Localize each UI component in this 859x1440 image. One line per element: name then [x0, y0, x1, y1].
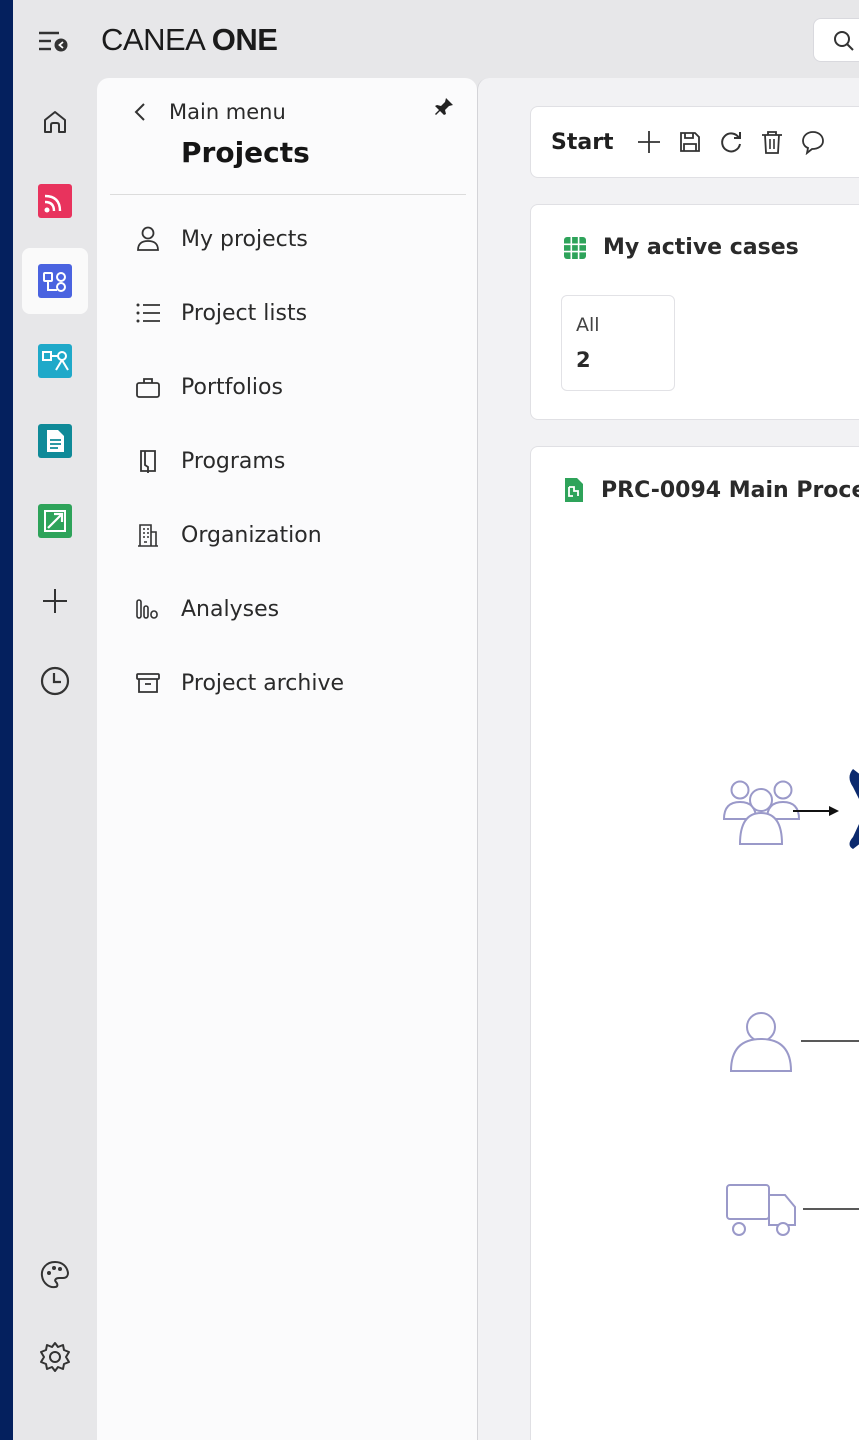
clock-icon[interactable]	[22, 648, 88, 714]
improvement-icon[interactable]	[22, 488, 88, 554]
refresh-icon[interactable]	[716, 127, 746, 157]
nav-item-organization[interactable]: Organization	[97, 498, 477, 572]
divider	[110, 194, 466, 195]
search-input[interactable]	[813, 18, 859, 62]
grid-icon	[564, 236, 586, 259]
bar-chart-icon	[133, 594, 163, 624]
book-icon	[133, 446, 163, 476]
start-button[interactable]: Start	[551, 130, 614, 155]
plus-icon[interactable]	[22, 568, 88, 634]
app-rail	[13, 80, 97, 1440]
back-label: Main menu	[169, 100, 286, 124]
card-title: My active cases	[603, 235, 799, 260]
nav-item-label: Project lists	[181, 300, 308, 326]
toolbar: Start	[530, 106, 859, 178]
pin-icon[interactable]	[433, 96, 455, 122]
chevron-left-icon	[134, 103, 145, 121]
nav-item-label: Project archive	[181, 670, 345, 696]
palette-icon[interactable]	[22, 1242, 88, 1308]
menu-toggle-icon[interactable]	[37, 26, 71, 56]
nav-item-label: Portfolios	[181, 374, 283, 400]
gear-icon[interactable]	[22, 1324, 88, 1390]
nav-item-label: Analyses	[181, 596, 280, 622]
archive-icon	[133, 668, 163, 698]
page-title: Projects	[181, 136, 310, 169]
rss-icon[interactable]	[22, 168, 88, 234]
app-window: CANEA ONE Main menu Projects My projects…	[13, 0, 859, 1440]
main-content: Start My active cases All 2 PRC-0094 Mai…	[477, 78, 859, 1440]
process-diagram	[722, 769, 859, 1236]
list-icon	[133, 298, 163, 328]
nav-item-analyses[interactable]: Analyses	[97, 572, 477, 646]
projects-nav-panel: Main menu Projects My projects Project l…	[97, 78, 477, 1440]
group-users-icon	[722, 780, 801, 845]
nav-item-portfolios[interactable]: Portfolios	[97, 350, 477, 424]
nav-list: My projects Project lists Portfolios Pro…	[97, 202, 477, 720]
nav-item-label: Organization	[181, 522, 322, 548]
my-active-cases-card: My active cases All 2	[530, 204, 859, 420]
nav-item-my-projects[interactable]: My projects	[97, 202, 477, 276]
building-icon	[133, 520, 163, 550]
brand-logo[interactable]: CANEA ONE	[101, 22, 278, 58]
process-arrow-shape	[849, 769, 859, 849]
nav-item-label: My projects	[181, 226, 308, 252]
truck-icon	[726, 1184, 796, 1236]
nav-item-project-archive[interactable]: Project archive	[97, 646, 477, 720]
document-icon[interactable]	[22, 408, 88, 474]
search-icon	[834, 31, 854, 51]
chat-icon[interactable]	[798, 127, 828, 157]
home-icon[interactable]	[22, 89, 88, 155]
delete-icon[interactable]	[757, 127, 787, 157]
stat-value: 2	[576, 348, 591, 372]
nav-item-project-lists[interactable]: Project lists	[97, 276, 477, 350]
user-icon	[133, 224, 163, 254]
process-card: PRC-0094 Main Proce	[530, 446, 859, 1440]
process-icon[interactable]	[22, 328, 88, 394]
nav-item-label: Programs	[181, 448, 286, 474]
back-to-main-menu[interactable]: Main menu	[133, 100, 286, 124]
top-bar: CANEA ONE	[13, 0, 859, 80]
stat-label: All	[576, 314, 600, 336]
nav-item-programs[interactable]: Programs	[97, 424, 477, 498]
plus-icon[interactable]	[634, 127, 664, 157]
briefcase-icon	[133, 372, 163, 402]
projects-icon[interactable]	[22, 248, 88, 314]
person-icon	[729, 1012, 793, 1072]
card-header: My active cases	[563, 235, 799, 260]
save-icon[interactable]	[675, 127, 705, 157]
stat-all[interactable]: All 2	[561, 295, 675, 391]
